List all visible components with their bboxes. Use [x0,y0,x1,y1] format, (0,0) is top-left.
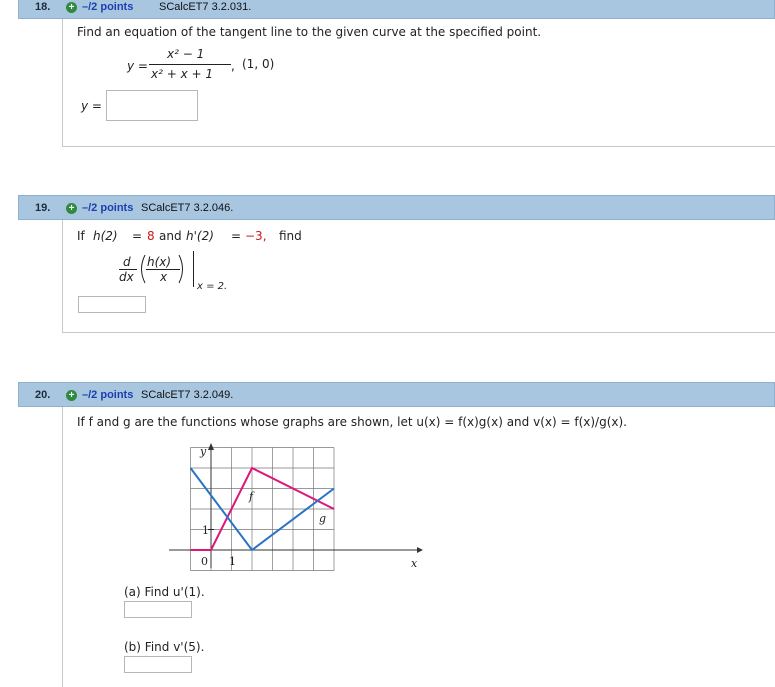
question-number: 18. [35,1,51,13]
expand-plus-icon[interactable]: + [66,390,77,401]
question-body-20: If f and g are the functions whose graph… [62,407,775,687]
h-of-2: h(2) [93,229,118,243]
derivative-d: d [123,255,131,269]
part-b-prompt: (b) Find v'(5). [124,640,205,654]
answer-input-20a[interactable] [124,601,192,618]
fraction-numerator: x² − 1 [167,47,205,61]
points-link[interactable]: –/2 points [82,1,133,13]
question-body-19: If h(2) = 8 and h'(2) = −3, find d dx h(… [62,220,775,333]
question-header-20: 20. + –/2 points SCalcET7 3.2.049. [18,382,775,407]
and-text: and [159,229,182,243]
comma: , [231,59,235,73]
question-prompt: Find an equation of the tangent line to … [77,25,542,39]
expand-plus-icon[interactable]: + [66,203,77,214]
inner-numerator: h(x) [147,255,172,269]
find-text: find [279,229,302,243]
x-axis-label: x [411,557,418,570]
fraction-bar [149,64,231,65]
expand-plus-icon[interactable]: + [66,2,77,13]
answer-input-18[interactable] [106,90,198,121]
graph-grid [190,447,335,571]
y-axis-arrow [208,443,214,450]
answer-input-20b[interactable] [124,656,192,673]
answer-label: y = [81,99,102,113]
y-tick-one-label: 1 [202,524,209,537]
equals-sign: = [132,229,143,243]
part-a-prompt: (a) Find u'(1). [124,585,205,599]
x-axis-arrow [417,547,423,553]
question-code: SCalcET7 3.2.031. [159,1,252,13]
h-prime-of-2: h'(2) [186,229,214,243]
h-prime-value: −3, [245,229,267,243]
derivative-dx: dx [119,270,134,284]
if-text: If [77,229,85,243]
evaluation-point: x = 2. [197,281,228,292]
y-axis-label: y [199,445,207,458]
question-header-19: 19. + –/2 points SCalcET7 3.2.046. [18,195,775,220]
function-graph: y x 0 1 1 f g [169,443,423,571]
question-body-18: Find an equation of the tangent line to … [62,19,775,147]
origin-label: 0 [201,555,208,568]
x-tick-one-label: 1 [229,555,236,568]
question-number: 19. [35,202,51,214]
question-code: SCalcET7 3.2.046. [141,202,234,214]
specified-point: (1, 0) [242,57,275,71]
question-header-18: 18. + –/2 points SCalcET7 3.2.031. [18,0,775,19]
question-prompt: If f and g are the functions whose graph… [77,415,627,429]
inner-denominator: x [160,270,168,284]
points-link[interactable]: –/2 points [82,202,133,214]
question-code: SCalcET7 3.2.049. [141,389,234,401]
points-link[interactable]: –/2 points [82,389,133,401]
g-curve-label: g [319,512,326,525]
fraction-denominator: x² + x + 1 [151,67,214,81]
f-curve-label: f [248,490,255,503]
answer-input-19[interactable] [78,296,146,313]
equals-sign: = [231,229,242,243]
evaluation-bar [193,251,194,287]
y-equals: y = [127,59,148,73]
h-value: 8 [147,229,155,243]
question-number: 20. [35,389,51,401]
